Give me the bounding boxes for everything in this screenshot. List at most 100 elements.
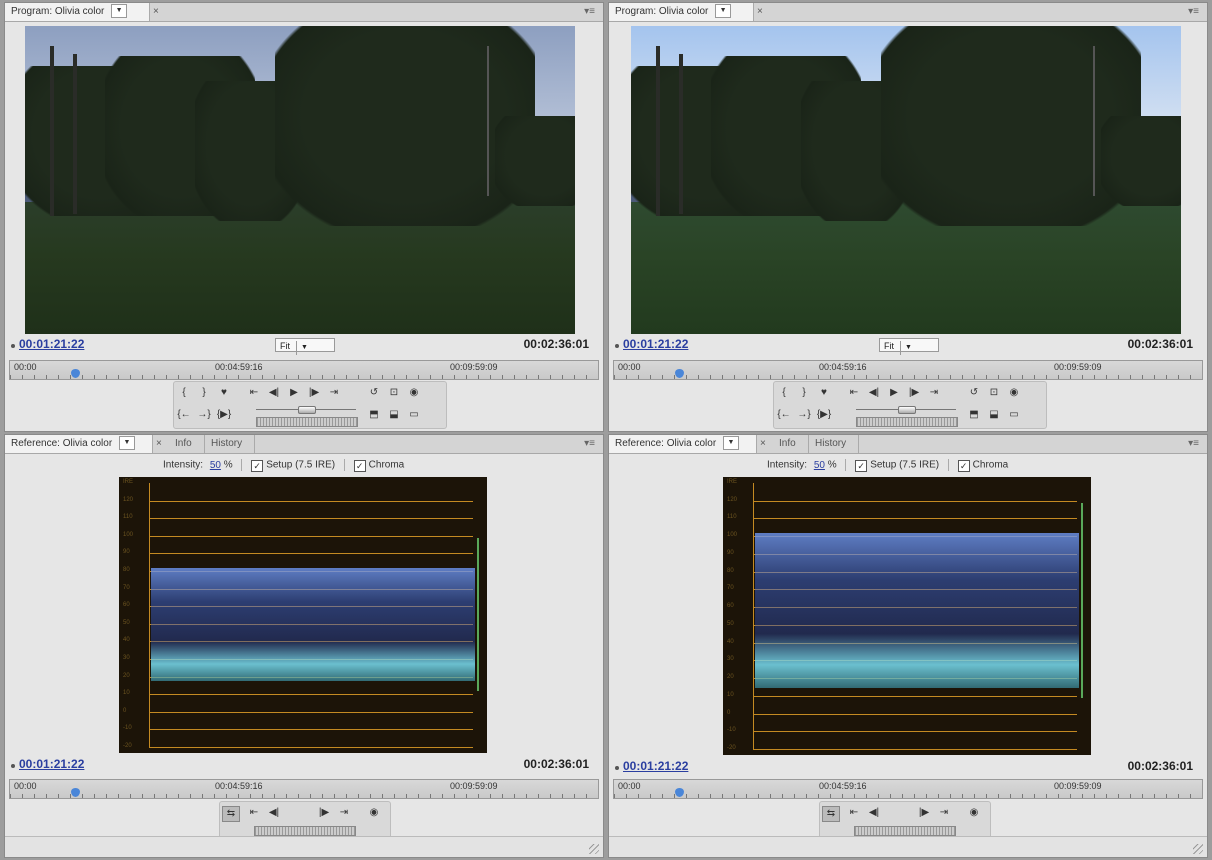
- lift-button[interactable]: ⬒: [966, 408, 982, 422]
- step-back-button[interactable]: ◀|: [866, 806, 882, 820]
- output-icon[interactable]: ◉: [1006, 386, 1022, 400]
- trim-button[interactable]: ▭: [406, 408, 422, 422]
- step-forward-button[interactable]: |▶: [916, 806, 932, 820]
- loop-button[interactable]: ↺: [966, 386, 982, 400]
- goto-prev-edit-button[interactable]: ⇤: [846, 386, 862, 400]
- jog-wheel[interactable]: [856, 417, 958, 427]
- tab-reference[interactable]: Reference: Olivia color ▼: [609, 435, 757, 453]
- mark-in-button[interactable]: {: [176, 386, 192, 400]
- goto-out-button[interactable]: →}: [796, 408, 812, 422]
- output-icon[interactable]: ◉: [966, 806, 982, 820]
- current-timecode[interactable]: 00:01:21:22: [623, 337, 688, 351]
- set-marker-button[interactable]: ♥: [816, 386, 832, 400]
- panel-menu-icon[interactable]: ▾≡: [584, 438, 595, 449]
- zoom-select[interactable]: Fit ▼: [879, 338, 939, 355]
- close-icon[interactable]: ×: [757, 435, 771, 453]
- gang-to-program-button[interactable]: ⇆: [222, 806, 240, 822]
- step-forward-button[interactable]: |▶: [906, 386, 922, 400]
- step-forward-button[interactable]: |▶: [316, 806, 332, 820]
- mark-in-button[interactable]: {: [776, 386, 792, 400]
- transport-controls: ⇆ ⇤ ◀| |▶ ⇥ ◉: [219, 801, 391, 839]
- chroma-checkbox[interactable]: ✓: [353, 459, 366, 472]
- close-icon[interactable]: ×: [150, 3, 164, 21]
- tab-program[interactable]: Program: Olivia color ▼: [5, 3, 150, 21]
- ire-graticule-line: [149, 500, 473, 502]
- set-marker-button[interactable]: ♥: [216, 386, 232, 400]
- resize-grip-icon[interactable]: [589, 844, 599, 854]
- goto-next-edit-button[interactable]: ⇥: [926, 386, 942, 400]
- step-forward-button[interactable]: |▶: [306, 386, 322, 400]
- chroma-checkbox[interactable]: ✓: [957, 459, 970, 472]
- dropdown-icon[interactable]: ▼: [715, 4, 732, 19]
- step-back-button[interactable]: ◀|: [866, 386, 882, 400]
- transport-controls: ⇆ ⇤ ◀| |▶ ⇥ ◉: [819, 801, 991, 839]
- intensity-value[interactable]: 50: [814, 460, 825, 471]
- goto-in-button[interactable]: {←: [776, 408, 792, 422]
- goto-in-button[interactable]: {←: [176, 408, 192, 422]
- jog-wheel[interactable]: [256, 417, 358, 427]
- tab-program[interactable]: Program: Olivia color ▼: [609, 3, 754, 21]
- ruler-label: 00:00: [14, 362, 37, 372]
- setup-checkbox[interactable]: ✓: [855, 459, 868, 472]
- mark-out-button[interactable]: }: [196, 386, 212, 400]
- tab-history[interactable]: History: [205, 435, 255, 453]
- safe-margins-button[interactable]: ⊡: [986, 386, 1002, 400]
- time-ruler[interactable]: 00:00 00:04:59:16 00:09:59:09: [613, 779, 1203, 799]
- output-icon[interactable]: ◉: [406, 386, 422, 400]
- dropdown-icon[interactable]: ▼: [118, 436, 135, 451]
- ruler-label: 00:04:59:16: [215, 781, 263, 791]
- time-ruler[interactable]: 00:00 00:04:59:16 00:09:59:09: [613, 360, 1203, 380]
- play-in-to-out-button[interactable]: {▶}: [816, 408, 832, 422]
- setup-checkbox[interactable]: ✓: [251, 459, 264, 472]
- dropdown-icon[interactable]: ▼: [722, 436, 739, 451]
- ruler-label: 00:00: [14, 781, 37, 791]
- tab-info[interactable]: Info: [773, 435, 809, 453]
- shuttle-slider[interactable]: [298, 406, 316, 414]
- shuttle-slider[interactable]: [898, 406, 916, 414]
- step-back-button[interactable]: ◀|: [266, 386, 282, 400]
- time-ruler[interactable]: 00:00 00:04:59:16 00:09:59:09: [9, 360, 599, 380]
- mark-out-button[interactable]: }: [796, 386, 812, 400]
- jog-wheel[interactable]: [854, 826, 956, 836]
- extract-button[interactable]: ⬓: [386, 408, 402, 422]
- tab-info[interactable]: Info: [169, 435, 205, 453]
- safe-margins-button[interactable]: ⊡: [386, 386, 402, 400]
- palm-trunk: [50, 46, 54, 216]
- tab-history[interactable]: History: [809, 435, 859, 453]
- lift-button[interactable]: ⬒: [366, 408, 382, 422]
- current-timecode[interactable]: 00:01:21:22: [19, 757, 84, 771]
- goto-prev-edit-button[interactable]: ⇤: [246, 386, 262, 400]
- resize-grip-icon[interactable]: [1193, 844, 1203, 854]
- output-icon[interactable]: ◉: [366, 806, 382, 820]
- tab-reference[interactable]: Reference: Olivia color ▼: [5, 435, 153, 453]
- loop-button[interactable]: ↺: [366, 386, 382, 400]
- palm-trunk: [73, 54, 77, 214]
- goto-next-edit-button[interactable]: ⇥: [336, 806, 352, 820]
- goto-out-button[interactable]: →}: [196, 408, 212, 422]
- step-back-button[interactable]: ◀|: [266, 806, 282, 820]
- panel-menu-icon[interactable]: ▾≡: [1188, 438, 1199, 449]
- intensity-label: Intensity:: [767, 459, 808, 471]
- play-button[interactable]: ▶: [286, 386, 302, 400]
- extract-button[interactable]: ⬓: [986, 408, 1002, 422]
- current-timecode[interactable]: 00:01:21:22: [19, 337, 84, 351]
- trim-button[interactable]: ▭: [1006, 408, 1022, 422]
- setup-label: Setup (7.5 IRE): [266, 459, 336, 471]
- close-icon[interactable]: ×: [153, 435, 167, 453]
- goto-next-edit-button[interactable]: ⇥: [326, 386, 342, 400]
- goto-prev-edit-button[interactable]: ⇤: [246, 806, 262, 820]
- play-in-to-out-button[interactable]: {▶}: [216, 408, 232, 422]
- dropdown-icon[interactable]: ▼: [111, 4, 128, 19]
- gang-to-program-button[interactable]: ⇆: [822, 806, 840, 822]
- intensity-value[interactable]: 50: [210, 460, 221, 471]
- goto-next-edit-button[interactable]: ⇥: [936, 806, 952, 820]
- panel-menu-icon[interactable]: ▾≡: [584, 6, 595, 17]
- play-button[interactable]: ▶: [886, 386, 902, 400]
- goto-prev-edit-button[interactable]: ⇤: [846, 806, 862, 820]
- close-icon[interactable]: ×: [754, 3, 768, 21]
- jog-wheel[interactable]: [254, 826, 356, 836]
- current-timecode[interactable]: 00:01:21:22: [623, 759, 688, 773]
- zoom-select[interactable]: Fit ▼: [275, 338, 335, 355]
- time-ruler[interactable]: 00:00 00:04:59:16 00:09:59:09: [9, 779, 599, 799]
- panel-menu-icon[interactable]: ▾≡: [1188, 6, 1199, 17]
